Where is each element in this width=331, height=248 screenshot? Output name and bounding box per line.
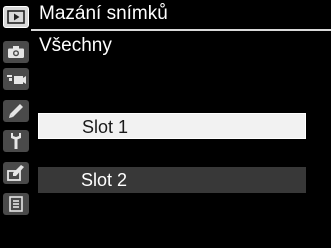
- menu-item-slot-1[interactable]: Slot 1: [38, 113, 306, 139]
- wrench-icon: [11, 133, 21, 149]
- section-subtitle: Všechny: [39, 35, 112, 56]
- pencil-icon: [9, 104, 23, 118]
- movie-shooting-tab[interactable]: [3, 68, 29, 90]
- my-menu-icon: [9, 196, 23, 212]
- playback-icon: [7, 10, 25, 24]
- menu-sidebar: [0, 0, 31, 248]
- photo-shooting-tab[interactable]: [3, 41, 29, 63]
- page-title: Mazání snímků: [39, 3, 168, 24]
- retouch-icon: [7, 165, 24, 181]
- setup-tab[interactable]: [3, 130, 29, 152]
- movie-camera-icon: [7, 75, 26, 84]
- my-menu-tab[interactable]: [3, 193, 29, 215]
- retouch-tab[interactable]: [3, 162, 29, 184]
- title-divider: [31, 29, 331, 31]
- camera-icon: [8, 46, 24, 58]
- playback-tab[interactable]: [3, 6, 29, 28]
- custom-settings-tab[interactable]: [3, 100, 29, 122]
- menu-item-slot-2[interactable]: Slot 2: [38, 167, 306, 193]
